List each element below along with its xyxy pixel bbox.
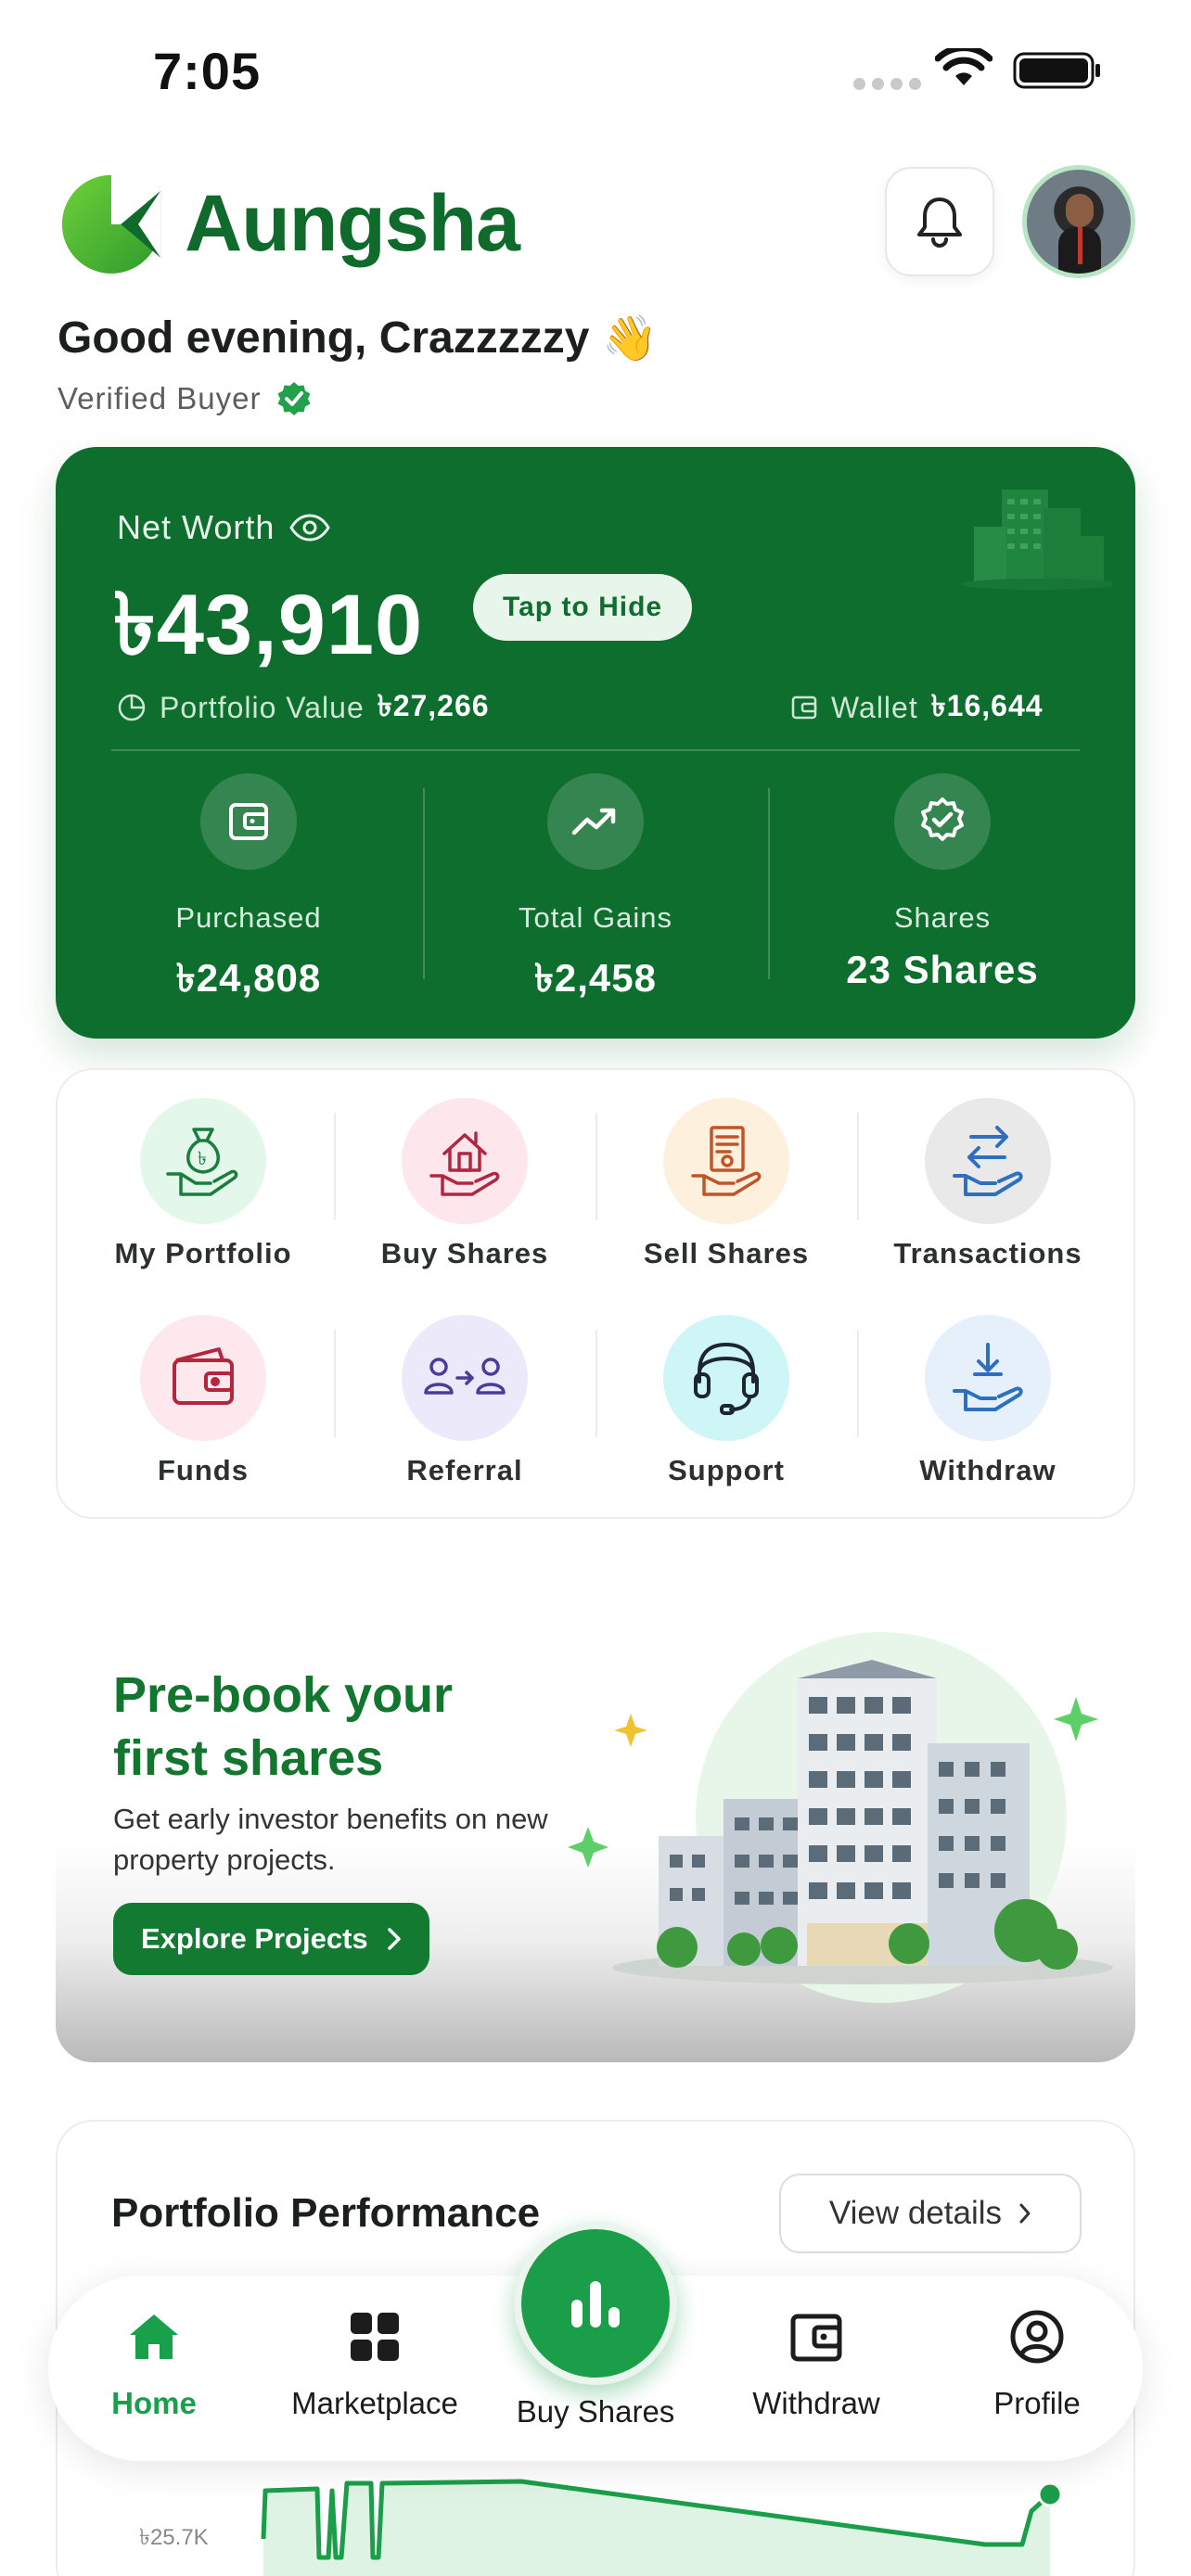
net-worth-amount: ৳43,910 (113, 578, 424, 672)
net-worth-card: Net Worth ৳43,910 Tap to Hide Portfolio … (56, 447, 1135, 1039)
exchange-hand-icon (925, 1098, 1051, 1224)
wallet-icon (140, 1315, 266, 1441)
wallet-icon (790, 2314, 842, 2362)
trending-up-icon (547, 773, 644, 870)
money-bag-hand-icon: ৳ (140, 1098, 266, 1224)
stat-purchased: Purchased ৳24,808 (76, 773, 421, 1014)
nav-buy-shares-label[interactable]: Buy Shares (493, 2394, 698, 2429)
stat-label: Purchased (175, 901, 322, 934)
bottom-nav: Home Marketplace Buy Shares Withdraw Pro… (48, 2222, 1143, 2461)
wallet-label: Wallet (831, 690, 918, 724)
action-buy-shares[interactable]: Buy Shares (334, 1098, 596, 1270)
aungsha-logo-icon (61, 174, 161, 274)
stat-label: Total Gains (518, 901, 673, 934)
action-label: Sell Shares (643, 1237, 810, 1269)
nav-marketplace[interactable]: Marketplace (282, 2309, 467, 2421)
action-label: My Portfolio (114, 1237, 292, 1269)
nav-profile[interactable]: Profile (944, 2309, 1130, 2421)
net-worth-label: Net Worth (117, 508, 275, 546)
nav-home[interactable]: Home (61, 2309, 247, 2421)
portfolio-value: ৳27,266 (377, 689, 490, 722)
action-sell-shares[interactable]: Sell Shares (596, 1098, 857, 1270)
net-worth-header: Net Worth (117, 508, 331, 547)
action-label: Referral (406, 1454, 523, 1486)
tap-to-hide-button[interactable]: Tap to Hide (473, 574, 693, 641)
svg-text:৳: ৳ (198, 1147, 207, 1169)
battery-icon (1013, 52, 1100, 89)
document-hand-icon (663, 1098, 789, 1224)
action-label: Support (668, 1454, 785, 1486)
wifi-icon (935, 48, 992, 85)
card-divider (111, 749, 1080, 751)
stat-shares: Shares 23 Shares (770, 773, 1115, 992)
promo-banner[interactable]: Pre-book your first shares Get early inv… (56, 1576, 1135, 2062)
building-illustration-icon (568, 1632, 1113, 2003)
chevron-right-icon (387, 1928, 401, 1950)
action-referral[interactable]: Referral (334, 1315, 596, 1487)
portfolio-value-label: Portfolio Value (160, 690, 365, 724)
notifications-button[interactable] (885, 167, 994, 276)
house-hand-icon (402, 1098, 528, 1224)
brand-logo: Aungsha (56, 163, 520, 284)
headset-icon (663, 1315, 789, 1441)
promo-subtitle: Get early investor benefits on new prope… (113, 1803, 548, 1876)
greeting: Good evening, Crazzzzzy 👋 (58, 312, 658, 364)
pie-chart-icon (118, 694, 146, 721)
avatar[interactable] (1022, 165, 1135, 278)
explore-projects-label: Explore Projects (141, 1922, 368, 1955)
action-label: Funds (158, 1454, 249, 1486)
nav-label: Profile (993, 2386, 1081, 2420)
nav-withdraw[interactable]: Withdraw (724, 2309, 909, 2421)
brand-name: Aungsha (185, 178, 520, 268)
status-bar: 7:05 (0, 0, 1191, 139)
verified-status: Verified Buyer (58, 380, 313, 417)
action-label: Transactions (893, 1237, 1082, 1269)
nav-buy-shares-button[interactable] (514, 2222, 677, 2385)
action-label: Withdraw (919, 1454, 1057, 1486)
nav-label: Withdraw (752, 2386, 880, 2420)
wallet-value: ৳16,644 (930, 689, 1044, 722)
quick-actions-grid: ৳ My Portfolio Buy Shares Sell Shares Tr… (56, 1068, 1135, 1519)
wallet-icon (200, 773, 297, 870)
wallet-small-icon (791, 695, 817, 720)
badge-check-icon (894, 773, 991, 870)
bell-icon (917, 198, 962, 248)
stat-value: ৳24,808 (175, 956, 322, 1000)
action-withdraw[interactable]: Withdraw (857, 1315, 1119, 1487)
referral-icon (402, 1315, 528, 1441)
action-my-portfolio[interactable]: ৳ My Portfolio (72, 1098, 334, 1270)
explore-projects-button[interactable]: Explore Projects (113, 1903, 429, 1975)
grid-icon (351, 2313, 399, 2361)
verified-badge-icon (277, 382, 311, 415)
bar-chart-icon (571, 2281, 620, 2327)
stat-label: Shares (893, 901, 992, 934)
action-funds[interactable]: Funds (72, 1315, 334, 1487)
building-watermark-icon (960, 490, 1113, 590)
wallet-row: Wallet ৳16,644 (790, 682, 1044, 733)
nav-label: Marketplace (291, 2386, 458, 2420)
wave-emoji-icon: 👋 (602, 314, 659, 363)
home-icon (130, 2315, 178, 2359)
portfolio-value-row: Portfolio Value ৳27,266 (117, 682, 490, 733)
action-support[interactable]: Support (596, 1315, 857, 1487)
nav-label: Home (111, 2386, 197, 2420)
user-circle-icon (1010, 2310, 1064, 2364)
greeting-text: Good evening, Crazzzzzy (58, 313, 590, 363)
stat-value: 23 Shares (846, 948, 1039, 991)
eye-icon[interactable] (289, 514, 331, 542)
cellular-signal-icon (853, 78, 921, 90)
action-transactions[interactable]: Transactions (857, 1098, 1119, 1270)
verified-label: Verified Buyer (58, 381, 262, 415)
stat-total-gains: Total Gains ৳2,458 (423, 773, 768, 1014)
withdraw-hand-icon (925, 1315, 1051, 1441)
status-time: 7:05 (153, 42, 262, 100)
action-label: Buy Shares (380, 1237, 549, 1269)
stat-value: ৳2,458 (533, 956, 658, 1000)
